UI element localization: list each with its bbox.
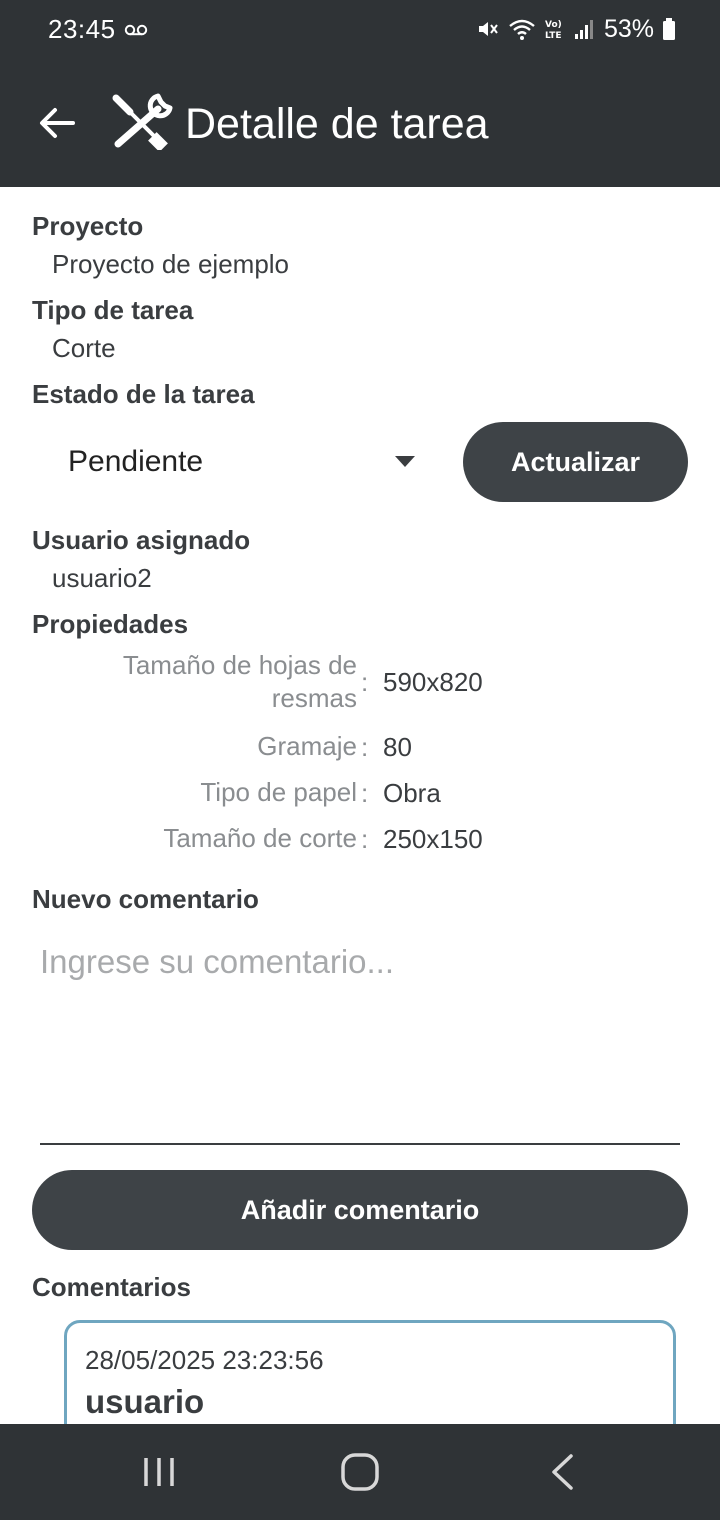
voicemail-icon — [124, 24, 148, 36]
property-separator: : — [361, 732, 369, 762]
task-status-selected: Pendiente — [68, 445, 204, 478]
task-status-dropdown[interactable]: Pendiente — [32, 419, 432, 503]
mute-icon — [478, 22, 498, 36]
add-comment-button[interactable]: Añadir comentario — [32, 1170, 688, 1250]
project-label: Proyecto — [32, 211, 144, 241]
property-key: Tamaño de hojas de resmas — [123, 649, 357, 715]
properties-label: Propiedades — [32, 609, 189, 639]
recent-apps-button[interactable] — [129, 1448, 189, 1496]
system-back-button[interactable] — [532, 1448, 592, 1496]
project-value: Proyecto de ejemplo — [52, 249, 290, 279]
assigned-user-label: Usuario asignado — [32, 525, 251, 555]
signal-icon — [574, 20, 593, 39]
status-time: 23:45 — [48, 14, 116, 44]
home-button[interactable] — [330, 1448, 390, 1496]
comment-card: 28/05/2025 23:23:56 usuario — [64, 1320, 676, 1424]
update-status-button[interactable]: Actualizar — [463, 422, 688, 502]
back-button[interactable] — [32, 98, 82, 148]
back-arrow-icon — [40, 108, 75, 138]
property-key-line: resmas — [271, 683, 357, 713]
property-value: Obra — [383, 778, 441, 808]
task-status-label: Estado de la tarea — [32, 379, 255, 409]
property-key: Tamaño de corte — [163, 823, 357, 853]
property-separator: : — [361, 824, 369, 854]
task-type-label: Tipo de tarea — [32, 295, 194, 325]
property-key-line: Tamaño de hojas de — [122, 650, 357, 680]
battery-icon — [663, 18, 675, 40]
battery-percentage: 53% — [603, 14, 654, 43]
comment-placeholder: Ingrese su comentario... — [40, 943, 395, 980]
svg-text:LTE: LTE — [545, 31, 562, 41]
assigned-user-value: usuario2 — [52, 563, 152, 593]
home-icon — [341, 1453, 379, 1491]
property-separator: : — [361, 667, 369, 697]
tools-icon — [112, 93, 173, 150]
property-value: 250x150 — [383, 824, 483, 854]
property-value: 80 — [383, 732, 412, 762]
property-key: Tipo de papel — [200, 777, 357, 807]
new-comment-label: Nuevo comentario — [32, 884, 259, 914]
status-icons: Vo) LTE 53% — [476, 12, 676, 46]
volte-icon: Vo) LTE — [545, 20, 562, 41]
page-title: Detalle de tarea — [185, 100, 489, 148]
svg-text:Vo): Vo) — [545, 20, 562, 30]
comment-user: usuario — [85, 1383, 205, 1420]
property-value: 590x820 — [383, 667, 483, 697]
comments-label: Comentarios — [32, 1272, 191, 1302]
recent-apps-icon — [144, 1458, 174, 1486]
task-type-value: Corte — [52, 333, 116, 363]
property-separator: : — [361, 778, 369, 808]
wifi-icon — [509, 19, 535, 40]
status-bar: 23:45 Vo) LTE 53% — [0, 0, 720, 58]
dropdown-arrow-icon — [395, 456, 415, 467]
back-icon — [552, 1454, 573, 1490]
comment-input[interactable]: Ingrese su comentario... — [40, 917, 680, 1145]
comment-date: 28/05/2025 23:23:56 — [85, 1345, 324, 1375]
app-bar: Detalle de tarea — [0, 58, 720, 187]
navigation-bar — [0, 1424, 720, 1520]
property-key: Gramaje — [257, 731, 357, 761]
task-detail-content[interactable]: Proyecto Proyecto de ejemplo Tipo de tar… — [0, 187, 720, 1424]
